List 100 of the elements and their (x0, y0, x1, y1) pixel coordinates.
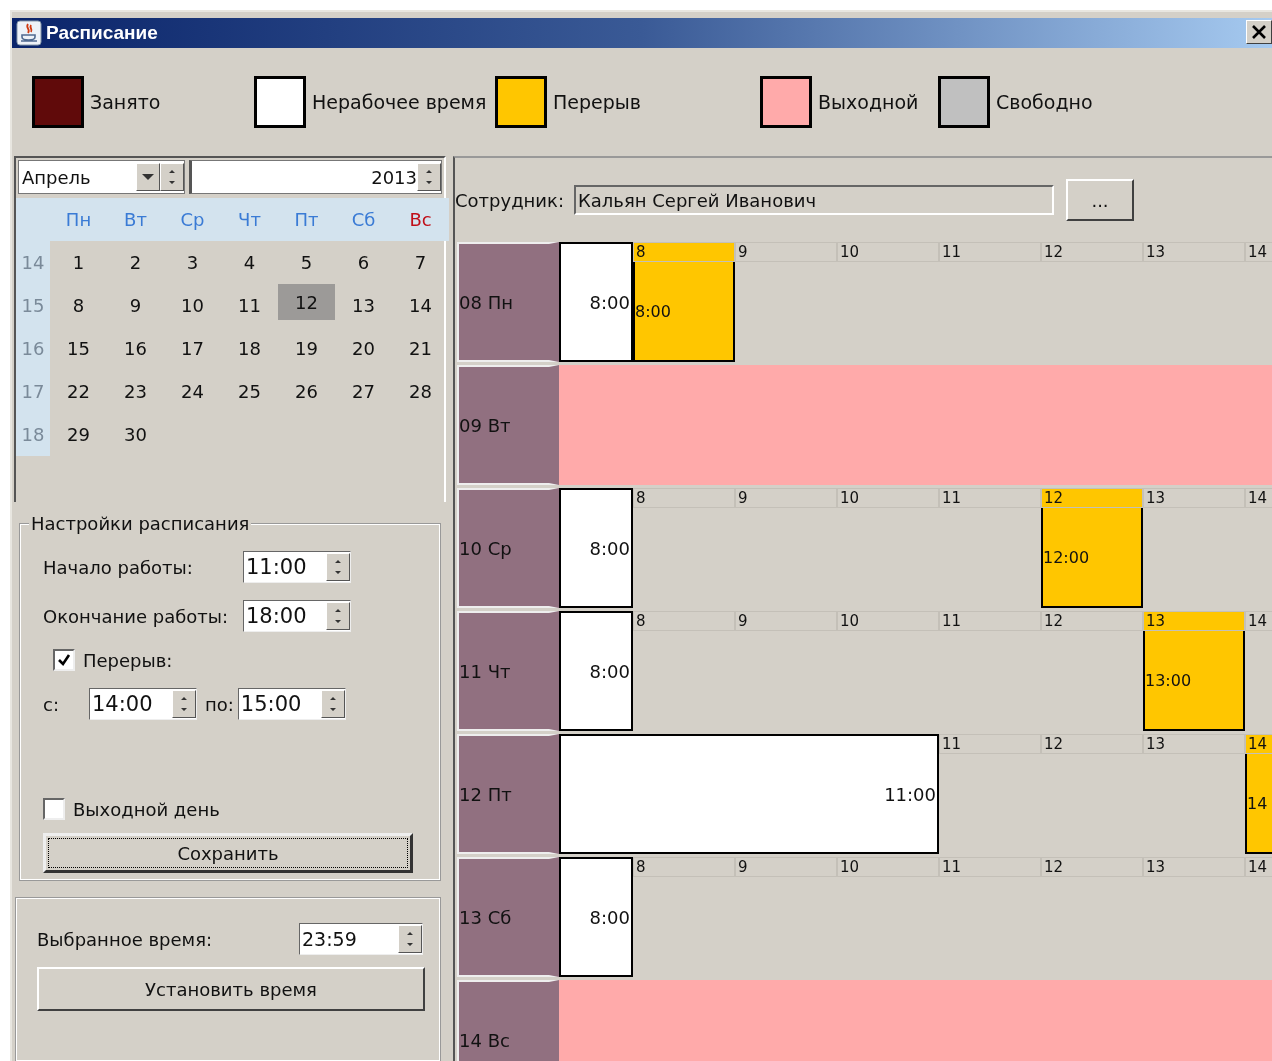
hour-header: 14 (1245, 734, 1272, 754)
week-number: 16 (16, 327, 50, 370)
spinner-buttons[interactable] (326, 553, 350, 581)
calendar-day[interactable]: 23 (107, 370, 164, 413)
calendar-day[interactable]: 4 (221, 241, 278, 284)
hour-header: 13 (1143, 488, 1245, 508)
spinner-buttons[interactable] (172, 690, 196, 718)
checkbox[interactable] (43, 798, 65, 820)
month-dropdown[interactable]: Апрель (18, 160, 185, 194)
week-number: 14 (16, 241, 50, 284)
calendar-day[interactable]: 25 (221, 370, 278, 413)
calendar-day[interactable]: 29 (50, 413, 107, 456)
time-field[interactable]: 14:00 (89, 688, 197, 720)
break-block: 8:00 (633, 262, 735, 362)
employee-field[interactable]: Кальян Сергей Иванович (574, 185, 1054, 215)
browse-button[interactable]: ... (1066, 179, 1134, 221)
field-label: Начало работы: (43, 556, 194, 578)
break-block: 13:00 (1143, 631, 1245, 731)
calendar-day[interactable]: 19 (278, 327, 335, 370)
calendar-day[interactable]: 3 (164, 241, 221, 284)
non-working-block: 8:00 (559, 488, 633, 608)
calendar-day[interactable]: 13 (335, 284, 392, 327)
hour-header: 14 (1245, 611, 1272, 631)
legend-label: Выходной (818, 91, 919, 113)
weekday-header: Ср (164, 198, 221, 241)
day-label: 09 Вт (457, 365, 559, 485)
calendar-day[interactable]: 15 (50, 327, 107, 370)
calendar-day[interactable]: 5 (278, 241, 335, 284)
break-block: 12:00 (1041, 508, 1143, 608)
weekday-header: Вс (392, 198, 449, 241)
calendar-day[interactable]: 2 (107, 241, 164, 284)
break-block: 14 (1245, 754, 1272, 854)
hour-header: 12 (1041, 488, 1143, 508)
calendar-day[interactable]: 6 (335, 241, 392, 284)
hour-header: 12 (1041, 734, 1143, 754)
weekday-header: Пт (278, 198, 335, 241)
calendar-day[interactable]: 20 (335, 327, 392, 370)
calendar-day[interactable]: 17 (164, 327, 221, 370)
calendar-day[interactable]: 7 (392, 241, 449, 284)
spinner-buttons[interactable] (320, 690, 345, 718)
calendar-day[interactable]: 11 (221, 284, 278, 327)
day-label: 14 Вс (457, 980, 559, 1061)
spinner-buttons[interactable] (417, 163, 441, 191)
calendar-day[interactable]: 1 (50, 241, 107, 284)
field-label: по: (205, 693, 234, 715)
hour-header: 13 (1143, 611, 1245, 631)
time-field[interactable]: 11:00 (243, 551, 351, 583)
calendar-day[interactable]: 28 (392, 370, 449, 413)
calendar-day[interactable]: 30 (107, 413, 164, 456)
group-title: Настройки расписания (29, 513, 252, 534)
calendar-day[interactable]: 22 (50, 370, 107, 413)
hour-header: 8 (633, 242, 735, 262)
hour-header: 10 (837, 242, 939, 262)
non-working-block: 8:00 (559, 857, 633, 977)
set-time-button[interactable]: Установить время (37, 967, 425, 1011)
window-title: Расписание (46, 22, 158, 44)
hour-header: 10 (837, 857, 939, 877)
close-button[interactable] (1246, 20, 1272, 44)
spinner-buttons[interactable] (326, 602, 350, 630)
calendar-day[interactable]: 18 (221, 327, 278, 370)
weekday-header: Вт (107, 198, 164, 241)
hour-header: 11 (939, 734, 1041, 754)
calendar-day[interactable]: 9 (107, 284, 164, 327)
caret-icon (141, 173, 155, 181)
calendar-day[interactable]: 26 (278, 370, 335, 413)
calendar-day[interactable]: 24 (164, 370, 221, 413)
calendar-day[interactable]: 21 (392, 327, 449, 370)
hour-header: 13 (1143, 734, 1245, 754)
hour-header: 8 (633, 857, 735, 877)
spinner-buttons[interactable] (160, 163, 184, 191)
hour-header: 12 (1041, 857, 1143, 877)
checkbox-label: Выходной день (73, 798, 220, 820)
hour-header: 8 (633, 488, 735, 508)
save-button[interactable]: Сохранить (43, 833, 413, 873)
calendar-day[interactable]: 8 (50, 284, 107, 327)
hour-header: 11 (939, 857, 1041, 877)
checkbox[interactable] (53, 649, 75, 671)
time-field[interactable]: 15:00 (237, 688, 346, 720)
hour-header: 9 (735, 242, 837, 262)
year-field[interactable]: 2013 (189, 160, 442, 194)
time-field[interactable]: 23:59 (299, 923, 423, 955)
hour-header: 10 (837, 611, 939, 631)
week-number: 15 (16, 284, 50, 327)
hour-header: 11 (939, 488, 1041, 508)
spinner-buttons[interactable] (398, 925, 422, 953)
non-working-block: 8:00 (559, 242, 633, 362)
calendar-day[interactable]: 16 (107, 327, 164, 370)
day-label: 11 Чт (457, 611, 559, 731)
dropdown-button[interactable] (136, 163, 160, 191)
hour-header: 9 (735, 611, 837, 631)
calendar-day[interactable]: 27 (335, 370, 392, 413)
time-field[interactable]: 18:00 (243, 600, 351, 632)
checkbox-label: Перерыв: (83, 649, 173, 671)
calendar-day[interactable]: 14 (392, 284, 449, 327)
calendar-day[interactable]: 10 (164, 284, 221, 327)
hour-header: 11 (939, 242, 1041, 262)
non-working-block: 8:00 (559, 611, 633, 731)
calendar-day[interactable]: 12 (278, 284, 335, 320)
hour-header: 14 (1245, 857, 1272, 877)
check-icon (56, 652, 72, 668)
